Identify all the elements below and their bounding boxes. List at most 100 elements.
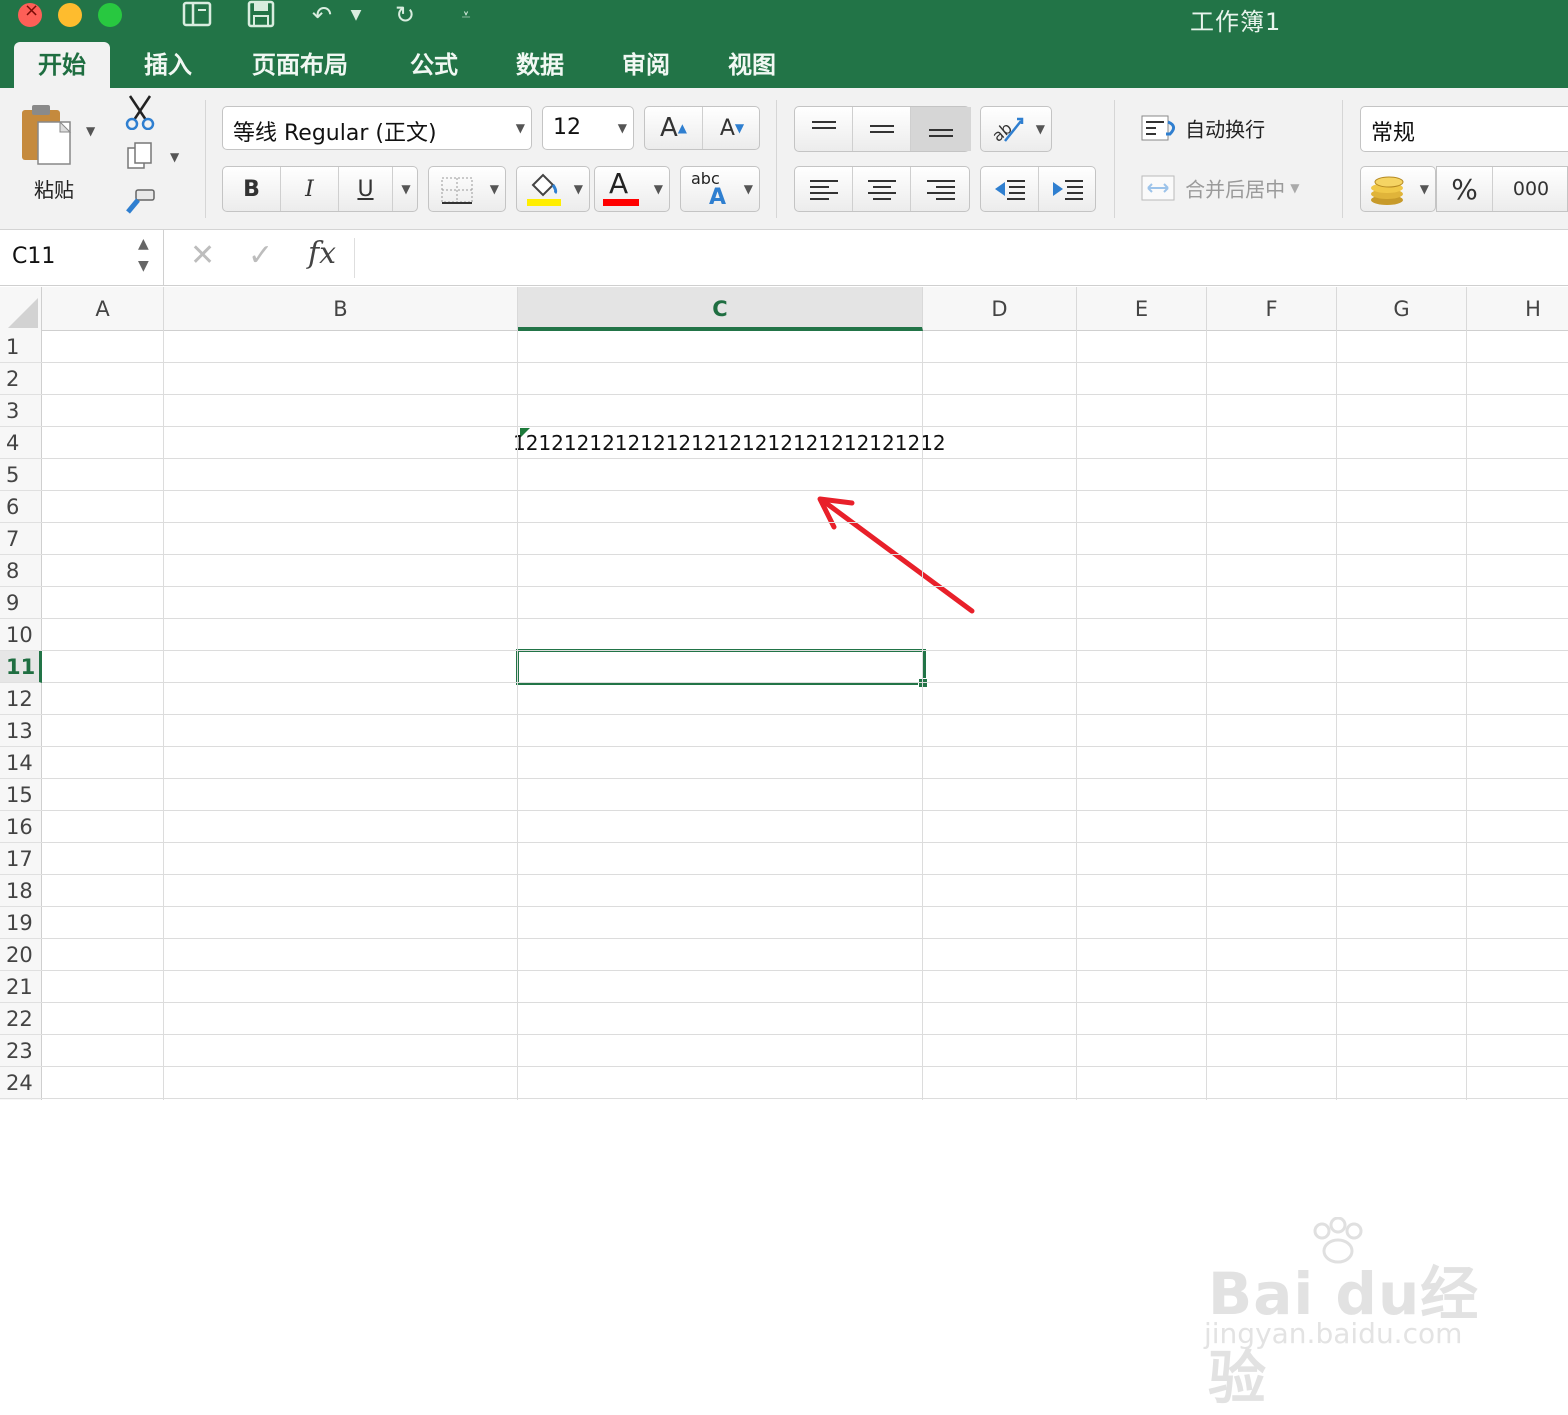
column-header-a[interactable]: A bbox=[42, 287, 164, 331]
font-color-button[interactable]: A ▼ bbox=[594, 166, 670, 212]
fill-color-dropdown-icon[interactable]: ▼ bbox=[574, 182, 583, 196]
close-window-button[interactable] bbox=[18, 0, 42, 27]
underline-button[interactable]: U bbox=[339, 167, 393, 211]
copy-dropdown-icon[interactable]: ▼ bbox=[170, 150, 179, 164]
row-header-24[interactable]: 24 bbox=[0, 1067, 42, 1099]
undo-icon[interactable]: ↶ bbox=[304, 0, 340, 30]
tab-insert[interactable]: 插入 bbox=[128, 42, 208, 88]
row-header-2[interactable]: 2 bbox=[0, 363, 42, 395]
name-box-up-icon[interactable]: ▲ bbox=[138, 236, 149, 252]
row-header-13[interactable]: 13 bbox=[0, 715, 42, 747]
customize-toolbar-icon[interactable]: ⩡ bbox=[452, 0, 480, 30]
font-size-select[interactable]: 12 ▼ bbox=[542, 106, 634, 150]
tab-formulas[interactable]: 公式 bbox=[394, 42, 474, 88]
font-name-select[interactable]: 等线 Regular (正文) ▼ bbox=[222, 106, 532, 150]
row-header-8[interactable]: 8 bbox=[0, 555, 42, 587]
cancel-entry-icon[interactable]: ✕ bbox=[190, 238, 215, 273]
column-header-c[interactable]: C bbox=[518, 287, 923, 331]
row-header-11[interactable]: 11 bbox=[0, 651, 42, 683]
row-header-15[interactable]: 15 bbox=[0, 779, 42, 811]
save-icon[interactable] bbox=[244, 0, 278, 30]
row-header-22[interactable]: 22 bbox=[0, 1003, 42, 1035]
tab-review[interactable]: 审阅 bbox=[606, 42, 686, 88]
row-header-1[interactable]: 1 bbox=[0, 331, 42, 363]
undo-dropdown-icon[interactable]: ▼ bbox=[346, 0, 366, 30]
align-right-button[interactable] bbox=[911, 167, 971, 211]
row-header-5[interactable]: 5 bbox=[0, 459, 42, 491]
tab-home[interactable]: 开始 bbox=[14, 42, 110, 88]
name-box[interactable]: C11 ▲ ▼ bbox=[0, 230, 164, 286]
merge-center-dropdown-icon[interactable]: ▼ bbox=[1290, 181, 1299, 195]
paste-icon[interactable] bbox=[18, 102, 78, 174]
zoom-window-button[interactable] bbox=[98, 3, 122, 27]
paste-dropdown-icon[interactable]: ▼ bbox=[86, 124, 95, 138]
select-all-button[interactable] bbox=[0, 287, 42, 331]
font-name-dropdown-icon[interactable]: ▼ bbox=[516, 121, 525, 135]
format-painter-icon[interactable] bbox=[122, 188, 158, 222]
font-size-dropdown-icon[interactable]: ▼ bbox=[618, 121, 627, 135]
column-header-h[interactable]: H bbox=[1467, 287, 1568, 331]
align-left-button[interactable] bbox=[795, 167, 853, 211]
number-format-select[interactable]: 常规 bbox=[1360, 106, 1568, 152]
decrease-indent-button[interactable] bbox=[981, 167, 1039, 211]
name-box-down-icon[interactable]: ▼ bbox=[138, 258, 149, 274]
column-header-e[interactable]: E bbox=[1077, 287, 1207, 331]
column-header-f[interactable]: F bbox=[1207, 287, 1337, 331]
selected-cell-c11[interactable] bbox=[516, 649, 926, 685]
cells-area[interactable]: 1212121212121212121212121212121212 bbox=[42, 331, 1568, 1100]
underline-dropdown-icon[interactable]: ▼ bbox=[393, 167, 419, 211]
column-header-g[interactable]: G bbox=[1337, 287, 1467, 331]
phonetic-dropdown-icon[interactable]: ▼ bbox=[744, 182, 753, 196]
row-header-14[interactable]: 14 bbox=[0, 747, 42, 779]
merge-center-button[interactable]: 合并后居中 ▼ bbox=[1140, 172, 1299, 204]
column-header-d[interactable]: D bbox=[923, 287, 1077, 331]
orientation-button[interactable]: ab ▼ bbox=[980, 106, 1052, 152]
align-middle-button[interactable] bbox=[853, 107, 911, 151]
formula-input[interactable] bbox=[354, 238, 1554, 278]
redo-icon[interactable]: ↻ bbox=[388, 0, 422, 30]
row-header-17[interactable]: 17 bbox=[0, 843, 42, 875]
cell-c4[interactable]: 1212121212121212121212121212121212 bbox=[513, 427, 946, 459]
increase-indent-button[interactable] bbox=[1039, 167, 1097, 211]
row-header-7[interactable]: 7 bbox=[0, 523, 42, 555]
increase-font-button[interactable]: A ▲ bbox=[645, 107, 703, 149]
tab-view[interactable]: 视图 bbox=[712, 42, 792, 88]
align-bottom-button[interactable] bbox=[911, 107, 971, 151]
align-center-button[interactable] bbox=[853, 167, 911, 211]
decrease-font-button[interactable]: A ▼ bbox=[703, 107, 761, 149]
row-header-16[interactable]: 16 bbox=[0, 811, 42, 843]
tab-data[interactable]: 数据 bbox=[500, 42, 580, 88]
tab-page-layout[interactable]: 页面布局 bbox=[236, 42, 364, 88]
percent-style-button[interactable]: % bbox=[1437, 167, 1493, 211]
row-header-23[interactable]: 23 bbox=[0, 1035, 42, 1067]
sidebar-toggle-icon[interactable] bbox=[180, 0, 214, 30]
borders-button[interactable]: ▼ bbox=[428, 166, 506, 212]
wrap-text-button[interactable]: 自动换行 bbox=[1140, 112, 1265, 144]
bold-button[interactable]: B bbox=[223, 167, 281, 211]
comma-style-button[interactable]: 000 bbox=[1493, 167, 1568, 211]
orientation-dropdown-icon[interactable]: ▼ bbox=[1036, 122, 1045, 136]
enter-entry-icon[interactable]: ✓ bbox=[248, 238, 273, 273]
row-header-19[interactable]: 19 bbox=[0, 907, 42, 939]
row-header-6[interactable]: 6 bbox=[0, 491, 42, 523]
row-header-20[interactable]: 20 bbox=[0, 939, 42, 971]
italic-button[interactable]: I bbox=[281, 167, 339, 211]
column-header-b[interactable]: B bbox=[164, 287, 518, 331]
fill-handle[interactable] bbox=[918, 678, 928, 688]
row-header-18[interactable]: 18 bbox=[0, 875, 42, 907]
row-header-10[interactable]: 10 bbox=[0, 619, 42, 651]
row-header-3[interactable]: 3 bbox=[0, 395, 42, 427]
fill-color-button[interactable]: ▼ bbox=[516, 166, 590, 212]
minimize-window-button[interactable] bbox=[58, 3, 82, 27]
row-header-9[interactable]: 9 bbox=[0, 587, 42, 619]
row-header-12[interactable]: 12 bbox=[0, 683, 42, 715]
font-color-dropdown-icon[interactable]: ▼ bbox=[654, 182, 663, 196]
align-top-button[interactable] bbox=[795, 107, 853, 151]
accounting-dropdown-icon[interactable]: ▼ bbox=[1420, 182, 1429, 196]
insert-function-button[interactable]: fx bbox=[308, 236, 336, 271]
phonetic-guide-button[interactable]: abc A ▼ bbox=[680, 166, 760, 212]
borders-dropdown-icon[interactable]: ▼ bbox=[490, 182, 499, 196]
copy-icon[interactable] bbox=[126, 142, 154, 176]
cut-icon[interactable] bbox=[124, 94, 156, 134]
row-header-4[interactable]: 4 bbox=[0, 427, 42, 459]
